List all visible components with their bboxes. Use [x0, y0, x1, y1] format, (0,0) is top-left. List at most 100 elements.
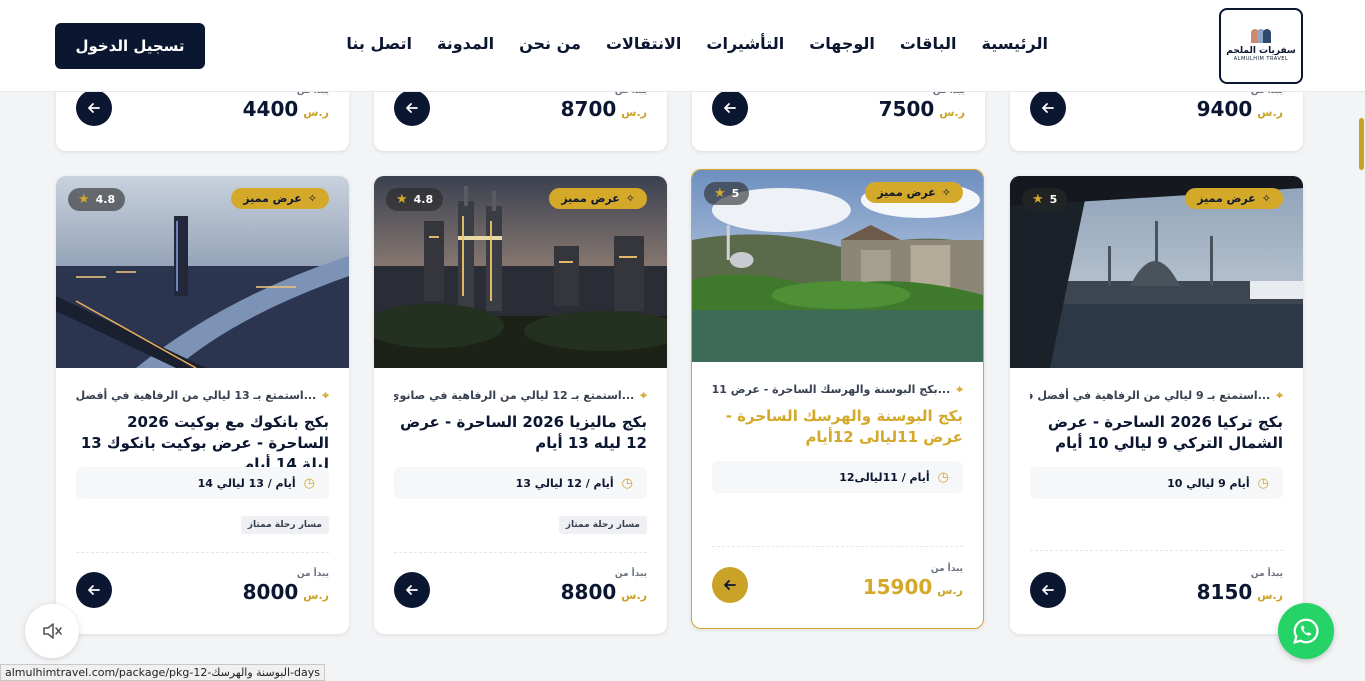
login-button[interactable]: تسجيل الدخول [55, 23, 205, 69]
featured-badge: عرض مميز ✧ [549, 188, 647, 209]
location-pin-icon: ⌖ [956, 382, 963, 396]
location-pin-icon: ⌖ [322, 388, 329, 402]
location-line: استمتع بـ 13 ليالي من الرفاهية في أفضل ف… [76, 388, 329, 402]
arrow-left-button[interactable] [76, 572, 112, 608]
price-block: يبدأ من 8150 ر.س [1196, 569, 1283, 604]
nav-blog[interactable]: المدونة [437, 34, 494, 53]
price-value: 9400 [1196, 97, 1253, 121]
arrow-left-button[interactable] [394, 92, 430, 126]
location-pin-icon: ⌖ [640, 388, 647, 402]
price-block: يبدأ من 7500ر.س [879, 92, 965, 121]
currency: ر.س [303, 589, 329, 602]
brand-name-en: ALMULHIM TRAVEL [1233, 56, 1289, 62]
duration-box: 14 أيام / 13 ليالي ◷ [76, 467, 329, 499]
package-title[interactable]: بكج البوسنة والهرسك الساحرة - عرض 11ليال… [712, 406, 963, 448]
price-block: يبدأ من 9400ر.س [1197, 92, 1283, 121]
currency: ر.س [303, 106, 329, 119]
location-line: استمتع بـ 9 ليالي من الرفاهية في أفضل فن… [1030, 388, 1283, 402]
scrollbar-thumb[interactable] [1359, 118, 1364, 170]
package-card-bosnia[interactable]: عرض مميز ✧ ★ 5 بكج البوسنة والهرسك الساحرة… [691, 169, 984, 629]
clock-icon: ◷ [937, 469, 949, 485]
sparkle-icon: ✧ [307, 192, 317, 205]
logo-mark-icon [1251, 29, 1271, 43]
currency: ر.س [939, 106, 965, 119]
arrow-left-button[interactable] [76, 92, 112, 126]
package-card-top-1: يبدأ من 9400ر.س [1010, 92, 1303, 151]
price-value: 4400 [242, 97, 299, 121]
route-tag: مسار رحلة ممتاز [240, 516, 329, 534]
nav-transfers[interactable]: الانتقالات [606, 34, 681, 53]
arrow-left-button[interactable] [712, 92, 748, 126]
package-card-top-3: يبدأ من 8700ر.س [374, 92, 667, 151]
arrow-left-icon [724, 103, 736, 113]
star-icon: ★ [396, 192, 408, 207]
package-title[interactable]: بكج تركيا 2026 الساحرة - عرض الشمال التر… [1030, 412, 1283, 454]
price-block: يبدأ من 8700ر.س [561, 92, 647, 121]
rating-badge: ★ 4.8 [68, 188, 126, 211]
star-icon: ★ [78, 192, 90, 207]
arrow-left-button[interactable] [712, 567, 748, 603]
arrow-left-button[interactable] [1030, 92, 1066, 126]
rating-badge: ★ 5 [704, 182, 750, 205]
location-line: استمتع بـ 12 ليالي من الرفاهية في صانوي … [394, 388, 647, 402]
star-icon: ★ [714, 186, 726, 201]
main-nav: الرئيسية الباقات الوجهات التأشيرات الانت… [346, 34, 1048, 53]
divider [394, 552, 647, 553]
nav-about[interactable]: من نحن [519, 34, 581, 53]
duration-box: 12أيام / 11ليالى ◷ [712, 461, 963, 493]
divider [712, 546, 963, 547]
divider [76, 552, 329, 553]
price-value: 8700 [560, 97, 617, 121]
nav-destinations[interactable]: الوجهات [809, 34, 875, 53]
price-value: 15900 [862, 575, 933, 599]
rating-badge: ★ 4.8 [386, 188, 444, 211]
nav-contact[interactable]: اتصل بنا [346, 34, 412, 53]
currency: ر.س [1257, 589, 1283, 602]
duration-box: 10 أيام 9 ليالي ◷ [1030, 467, 1283, 499]
sparkle-icon: ✧ [941, 186, 951, 199]
arrow-left-button[interactable] [1030, 572, 1066, 608]
currency: ر.س [621, 589, 647, 602]
route-tag: مسار رحلة ممتاز [558, 516, 647, 534]
location-pin-icon: ⌖ [1276, 388, 1283, 402]
whatsapp-button[interactable] [1278, 603, 1334, 659]
price-block: يبدأ من 8800 ر.س [560, 569, 647, 604]
featured-badge: عرض مميز ✧ [231, 188, 329, 209]
package-title[interactable]: بكج ماليزيا 2026 الساحرة - عرض 12 ليله 1… [394, 412, 647, 454]
sparkle-icon: ✧ [625, 192, 635, 205]
nav-home[interactable]: الرئيسية [982, 34, 1049, 53]
nav-packages[interactable]: الباقات [900, 34, 957, 53]
whatsapp-icon [1293, 618, 1319, 644]
arrow-left-icon [88, 103, 100, 113]
nav-visas[interactable]: التأشيرات [706, 34, 784, 53]
sparkle-icon: ✧ [1261, 192, 1271, 205]
package-card-malaysia[interactable]: عرض مميز ✧ ★ 4.8 استمتع بـ 12 ليالي من الر… [374, 176, 667, 634]
clock-icon: ◷ [1257, 475, 1269, 491]
price-block: يبدأ من 8000 ر.س [242, 569, 329, 604]
package-card-top-2: يبدأ من 7500ر.س [692, 92, 985, 151]
arrow-left-icon [1042, 103, 1054, 113]
price-value: 8800 [560, 580, 617, 604]
package-card-bangkok[interactable]: عرض مميز ✧ ★ 4.8 استمتع بـ 13 ليالي من الر… [56, 176, 349, 634]
mute-button[interactable] [25, 604, 79, 658]
duration-box: 13 أيام / 12 ليالي ◷ [394, 467, 647, 499]
price-value: 7500 [878, 97, 935, 121]
brand-logo[interactable]: سفريات الملحم ALMULHIM TRAVEL [1219, 8, 1303, 84]
currency: ر.س [937, 584, 963, 597]
arrow-left-icon [724, 580, 736, 590]
package-card-turkey[interactable]: عرض مميز ✧ ★ 5 استمتع بـ 9 ليالي من الرفاه… [1010, 176, 1303, 634]
brand-name-ar: سفريات الملحم [1226, 46, 1296, 56]
price-block: يبدأ من 15900 ر.س [862, 564, 963, 599]
featured-badge: عرض مميز ✧ [1185, 188, 1283, 209]
clock-icon: ◷ [303, 475, 315, 491]
price-block: يبدأ من 4400ر.س [243, 92, 329, 121]
arrow-left-icon [406, 585, 418, 595]
package-title[interactable]: بكج بانكوك مع بوكيت 2026 الساحرة - عرض ب… [76, 412, 329, 475]
currency: ر.س [1257, 106, 1283, 119]
site-header: سفريات الملحم ALMULHIM TRAVEL الرئيسية ا… [0, 0, 1365, 92]
arrow-left-icon [1042, 585, 1054, 595]
arrow-left-button[interactable] [394, 572, 430, 608]
currency: ر.س [621, 106, 647, 119]
price-value: 8150 [1196, 580, 1253, 604]
location-line: بكج البوسنة والهرسك الساحرة - عرض 11ليال… [712, 382, 963, 396]
